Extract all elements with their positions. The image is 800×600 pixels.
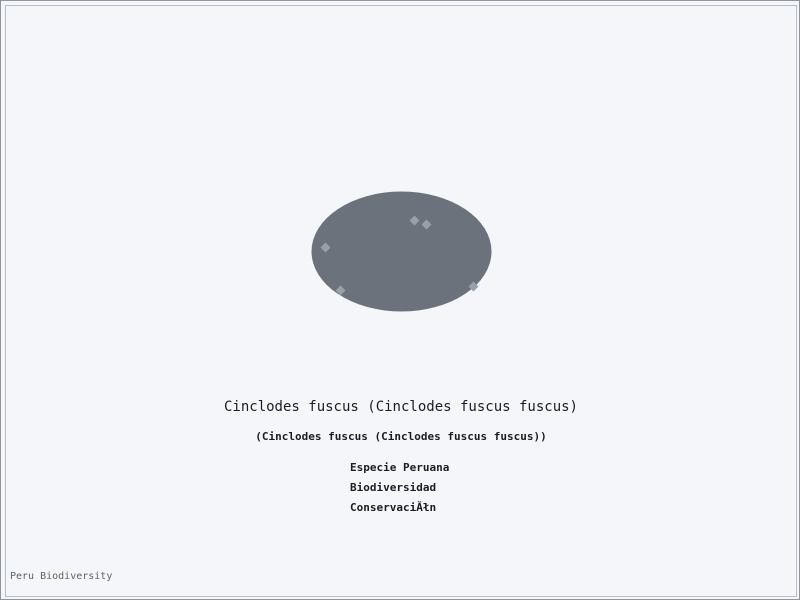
tag-list: Especie Peruana Biodiversidad Conservaci…	[350, 461, 449, 521]
species-title: Cinclodes fuscus (Cinclodes fuscus fuscu…	[223, 399, 578, 415]
species-subtitle: (Cinclodes fuscus (Cinclodes fuscus fusc…	[255, 430, 547, 443]
page-frame: Cinclodes fuscus (Cinclodes fuscus fuscu…	[0, 0, 800, 600]
specimen-ellipse-graphic	[311, 191, 492, 312]
specimen-ellipse	[311, 191, 492, 312]
footer-credit: Peru Biodiversity	[10, 571, 113, 582]
species-specimen-image	[311, 191, 492, 312]
tag-especie-peruana: Especie Peruana	[350, 461, 450, 474]
tag-conservacion: ConservaciĂłn	[350, 501, 437, 514]
tag-biodiversidad: Biodiversidad	[350, 481, 437, 494]
